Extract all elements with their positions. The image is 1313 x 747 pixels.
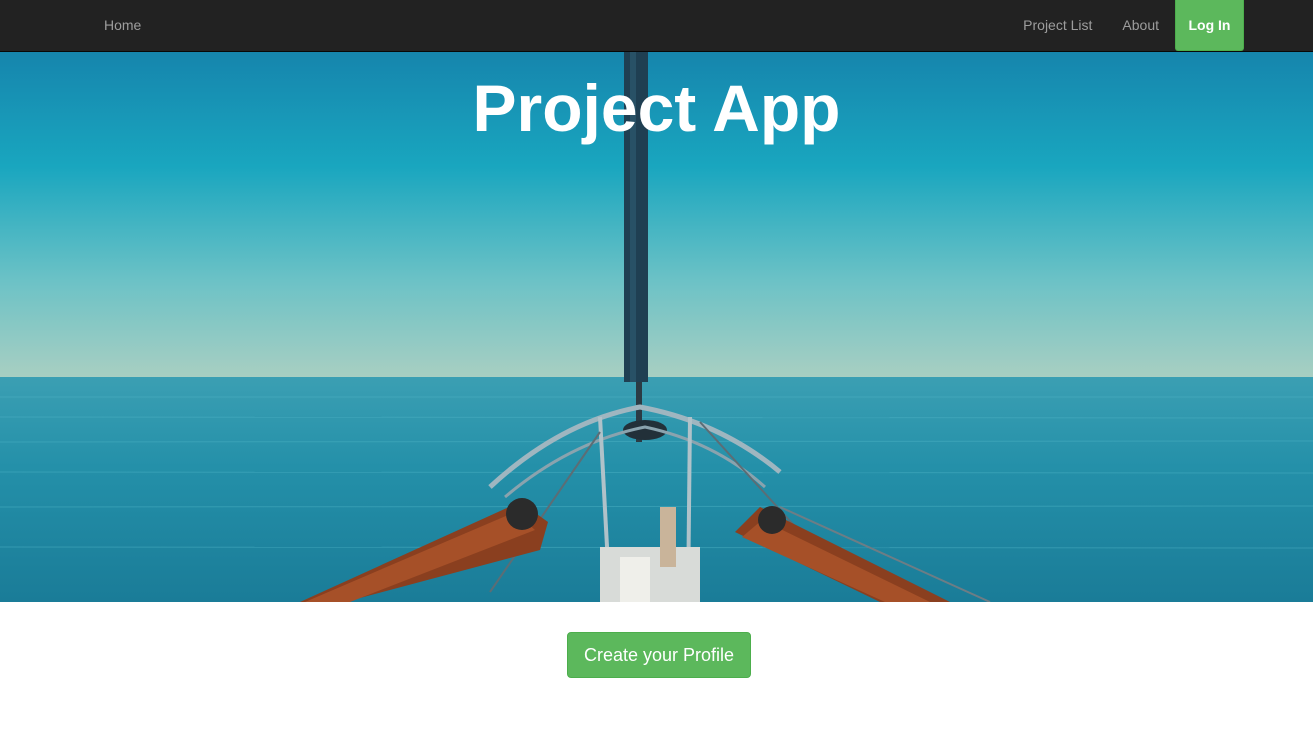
nav-right-group: Project List About Log In [1008, 0, 1244, 52]
login-button[interactable]: Log In [1175, 0, 1244, 51]
nav-about-link[interactable]: About [1107, 0, 1174, 52]
create-profile-button[interactable]: Create your Profile [567, 632, 751, 678]
page-title: Project App [472, 71, 841, 145]
top-navbar: Home Project List About Log In [0, 0, 1313, 52]
hero-banner: Project App [0, 52, 1313, 602]
nav-project-list-link[interactable]: Project List [1008, 0, 1107, 52]
nav-home-link[interactable]: Home [104, 17, 141, 33]
